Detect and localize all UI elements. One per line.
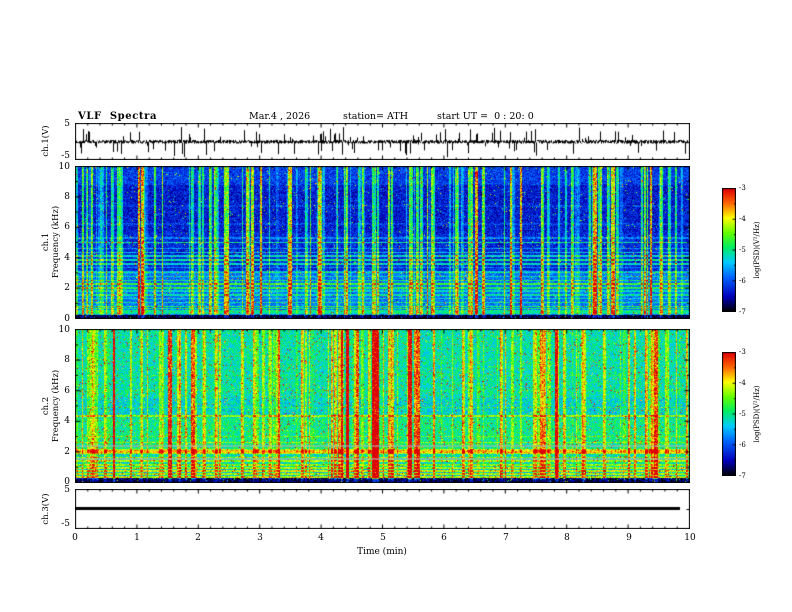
ch2-spectrogram-canvas — [75, 329, 690, 483]
freq-tick-label: 2 — [64, 283, 70, 293]
colorbar-tick-label: -7 — [739, 472, 746, 480]
freq-tick-label: 0 — [64, 314, 70, 324]
ch3-wave-axis-label: ch.3(V) — [41, 493, 51, 525]
ch1-wave-ymin-label: -5 — [61, 151, 70, 161]
figure-date: Mar.4 , 2026 — [249, 111, 311, 122]
time-tick-label: 9 — [626, 533, 632, 543]
ch1-spectrogram-canvas — [75, 166, 690, 319]
ch1-spec-axis-label: ch.1 Frequency (kHz) — [41, 206, 61, 278]
colorbar-canvas-1 — [722, 188, 736, 312]
time-tick-label: 3 — [257, 533, 263, 543]
figure-title: VLF Spectra — [78, 111, 158, 122]
ch3-wave-ymin-label: -5 — [61, 519, 70, 529]
figure-start-ut: start UT = 0 : 20: 0 — [437, 111, 534, 122]
ch1-spec-frequency-label: Frequency (kHz) — [51, 205, 61, 279]
time-tick-label: 4 — [318, 533, 324, 543]
colorbar-canvas-2 — [722, 352, 736, 476]
colorbar-tick-label: -3 — [739, 348, 746, 356]
colorbar-title-1: log(PSD)(V²/Hz) — [753, 221, 761, 279]
time-axis-title: Time (min) — [357, 547, 407, 557]
colorbar-tick-label: -5 — [739, 246, 746, 254]
colorbar-tick-label: -4 — [739, 215, 746, 223]
colorbar-title-2: log(PSD)(V²/Hz) — [753, 385, 761, 443]
colorbar-tick-label: -3 — [739, 184, 746, 192]
ch1-waveform-canvas — [75, 123, 690, 160]
ch3-waveform-canvas — [75, 489, 690, 529]
freq-tick-label: 0 — [64, 477, 70, 487]
time-tick-label: 10 — [684, 533, 696, 543]
colorbar-tick-label: -6 — [739, 441, 746, 449]
colorbar-tick-label: -4 — [739, 379, 746, 387]
time-tick-label: 1 — [134, 533, 140, 543]
freq-tick-label: 10 — [58, 325, 70, 335]
colorbar-tick-label: -6 — [739, 277, 746, 285]
freq-tick-label: 10 — [58, 162, 70, 172]
ch1-wave-ymax-label: 5 — [64, 119, 70, 129]
ch2-spec-channel-label: ch.2 — [41, 396, 51, 416]
time-tick-label: 0 — [72, 533, 78, 543]
time-tick-label: 8 — [564, 533, 570, 543]
figure-station: station= ATH — [343, 111, 408, 122]
ch1-wave-axis-label: ch.1(V) — [41, 125, 51, 157]
colorbar-tick-label: -5 — [739, 410, 746, 418]
ch2-spec-frequency-label: Frequency (kHz) — [51, 369, 61, 443]
ch1-spec-channel-label: ch.1 — [41, 232, 51, 252]
time-tick-label: 7 — [503, 533, 509, 543]
time-tick-label: 5 — [380, 533, 386, 543]
freq-tick-label: 2 — [64, 447, 70, 457]
time-tick-label: 6 — [441, 533, 447, 543]
colorbar-tick-label: -7 — [739, 308, 746, 316]
time-tick-label: 2 — [195, 533, 201, 543]
ch2-spec-axis-label: ch.2 Frequency (kHz) — [41, 370, 61, 442]
vlf-spectra-figure: VLF Spectra Mar.4 , 2026 station= ATH st… — [0, 0, 792, 612]
freq-tick-label: 8 — [64, 192, 70, 202]
freq-tick-label: 8 — [64, 355, 70, 365]
